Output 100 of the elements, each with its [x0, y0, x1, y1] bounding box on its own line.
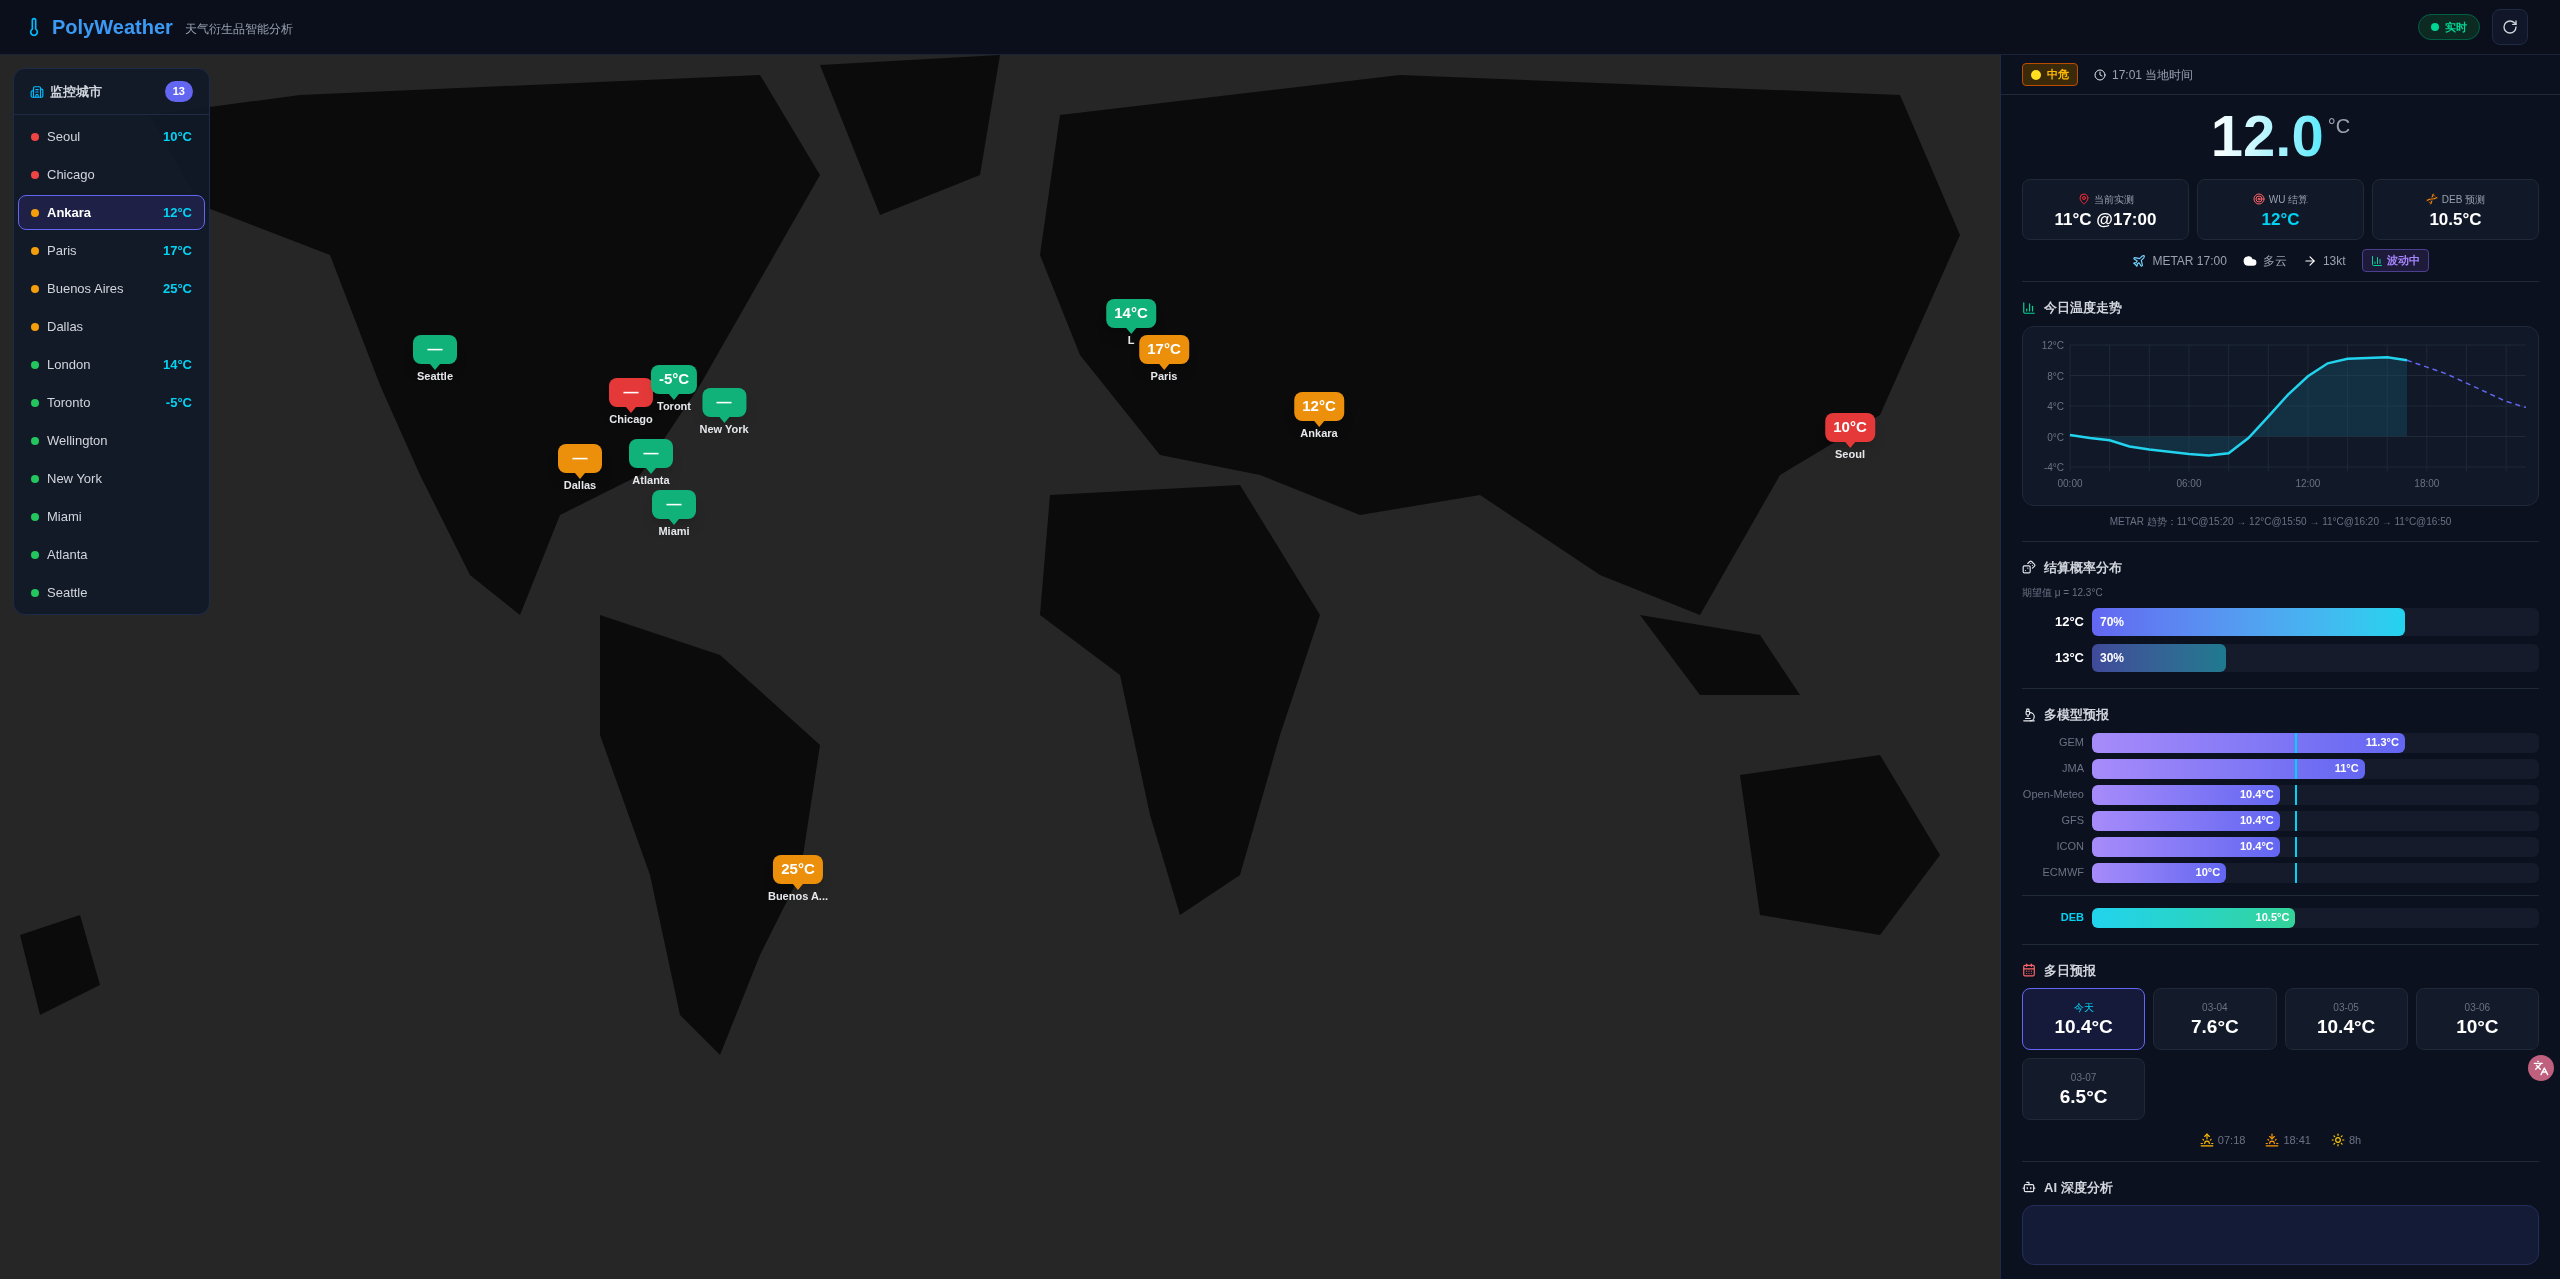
- marker-label: Paris: [1150, 370, 1178, 384]
- city-item[interactable]: New York: [18, 461, 205, 496]
- model-name: ICON: [2055, 839, 2084, 855]
- city-item[interactable]: Seoul 10°C: [18, 119, 205, 154]
- calendar-icon: [2022, 963, 2036, 978]
- city-item[interactable]: Wellington: [18, 423, 205, 458]
- stat-label: 当前实测: [2093, 192, 2134, 207]
- axis-label: 4°C: [2046, 400, 2064, 412]
- model-bar: 11°C: [2092, 758, 2365, 779]
- marker-label: Seattle: [416, 370, 454, 384]
- stat-icon: [2077, 193, 2090, 205]
- live-badge: 实时: [2418, 13, 2480, 41]
- model-bar: 10.4°C: [2092, 836, 2280, 857]
- sunset-icon: [2265, 1133, 2280, 1148]
- sunrise-time: 07:18: [2217, 1133, 2246, 1148]
- translate-icon: [2533, 1060, 2549, 1076]
- city-item[interactable]: Paris 17°C: [18, 233, 205, 268]
- panel-title: 监控城市: [50, 82, 102, 101]
- section-title: 多日预报: [2044, 961, 2096, 980]
- marker-label: New York: [699, 423, 749, 437]
- risk-badge: 中危: [2022, 63, 2078, 86]
- sunset-time: 18:41: [2283, 1133, 2311, 1148]
- model-name: JMA: [2061, 761, 2084, 777]
- city-item[interactable]: Dallas: [18, 309, 205, 344]
- axis-label: 06:00: [2175, 477, 2201, 489]
- marker-label: Dallas: [563, 479, 597, 493]
- axis-label: 8°C: [2046, 370, 2064, 381]
- city-icon: [30, 84, 44, 99]
- day-card[interactable]: 03-07 6.5°C: [2022, 1058, 2146, 1120]
- city-item[interactable]: Miami: [18, 499, 205, 534]
- day-card[interactable]: 03-04 7.6°C: [2153, 988, 2277, 1050]
- city-item[interactable]: Ankara 12°C: [18, 195, 205, 230]
- city-item[interactable]: London 14°C: [18, 347, 205, 382]
- marker-label: Buenos A...: [767, 890, 829, 904]
- city-item[interactable]: Atlanta: [18, 537, 205, 572]
- stat-label: DEB 预测: [2441, 192, 2486, 207]
- clock-icon: [2094, 68, 2106, 81]
- marker-label: Chicago: [609, 413, 653, 427]
- model-name: Open-Meteo: [2022, 787, 2084, 803]
- model-name: DEB: [2059, 910, 2084, 926]
- axis-label: 18:00: [2413, 477, 2439, 489]
- chart-icon: [2022, 300, 2036, 315]
- sunrise-icon: [2199, 1133, 2214, 1148]
- axis-label: -4°C: [2043, 461, 2064, 473]
- stat-value: 10.5°C: [2429, 210, 2482, 228]
- dice-icon: [2022, 560, 2036, 575]
- city-temp: 10°C: [162, 127, 192, 146]
- stat-value: 12°C: [2261, 210, 2300, 228]
- cloud-icon: [2242, 253, 2257, 268]
- city-temp: 12°C: [162, 203, 192, 222]
- city-temp: 17°C: [162, 241, 192, 260]
- expected-value: 期望值 μ = 12.3°C: [2022, 586, 2104, 600]
- sky-condition: 多云: [2262, 252, 2287, 270]
- refresh-button[interactable]: [2492, 9, 2528, 45]
- section-title: 多模型预报: [2044, 706, 2109, 724]
- section-title: 今日温度走势: [2044, 299, 2122, 317]
- axis-label: 00:00: [2057, 477, 2082, 489]
- temperature-unit: °C: [2327, 114, 2351, 139]
- model-bar: 11.3°C: [2092, 732, 2405, 753]
- app-subtitle: 天气衍生品智能分析: [184, 21, 293, 38]
- marker-label: L: [1127, 334, 1135, 348]
- city-temp: 14°C: [162, 355, 192, 374]
- axis-label: 12:00: [2294, 477, 2320, 489]
- plane-icon: [2132, 253, 2147, 268]
- robot-icon: [2022, 1180, 2036, 1195]
- stat-icon: [2252, 193, 2265, 205]
- probability-bar: 30%: [2092, 644, 2227, 672]
- trend-badge: 波动中: [2361, 249, 2429, 272]
- marker-label: Atlanta: [632, 474, 670, 488]
- axis-label: 12°C: [2041, 339, 2064, 351]
- model-name: GEM: [2057, 735, 2084, 751]
- city-item[interactable]: Chicago: [18, 157, 205, 192]
- bin-label: 13°C: [2053, 649, 2084, 668]
- stat-value: 11°C @17:00: [2054, 210, 2157, 228]
- model-bar: 10.4°C: [2092, 810, 2280, 831]
- wind-speed: 13kt: [2322, 252, 2346, 270]
- city-item[interactable]: Seattle: [18, 575, 205, 610]
- axis-label: 0°C: [2046, 431, 2064, 442]
- model-name: ECMWF: [2041, 865, 2084, 881]
- marker-label: Toront: [657, 400, 691, 414]
- probability-bar: 70%: [2092, 608, 2405, 636]
- city-item[interactable]: Toronto -5°C: [18, 385, 205, 420]
- city-temp: -5°C: [165, 393, 192, 412]
- model-name: GFS: [2060, 813, 2084, 829]
- refresh-icon: [2502, 19, 2518, 35]
- day-card[interactable]: 03-06 10°C: [2415, 988, 2539, 1050]
- metar-time: METAR 17:00: [2152, 252, 2227, 270]
- wind-icon: [2302, 253, 2317, 268]
- model-bar: 10.4°C: [2092, 784, 2280, 805]
- section-title: AI 深度分析: [2044, 1178, 2113, 1197]
- marker-label: Seoul: [1835, 448, 1865, 462]
- microscope-icon: [2022, 707, 2036, 722]
- day-card[interactable]: 今天 10.4°C: [2022, 988, 2146, 1050]
- day-card[interactable]: 03-05 10.4°C: [2284, 988, 2408, 1050]
- daylight-hours: 8h: [2348, 1133, 2362, 1148]
- chart-icon: [2370, 254, 2383, 267]
- local-time: 17:01 当地时间: [2112, 66, 2194, 84]
- city-item[interactable]: Buenos Aires 25°C: [18, 271, 205, 306]
- stat-icon: [2425, 193, 2438, 205]
- model-bar: 10°C: [2092, 862, 2227, 883]
